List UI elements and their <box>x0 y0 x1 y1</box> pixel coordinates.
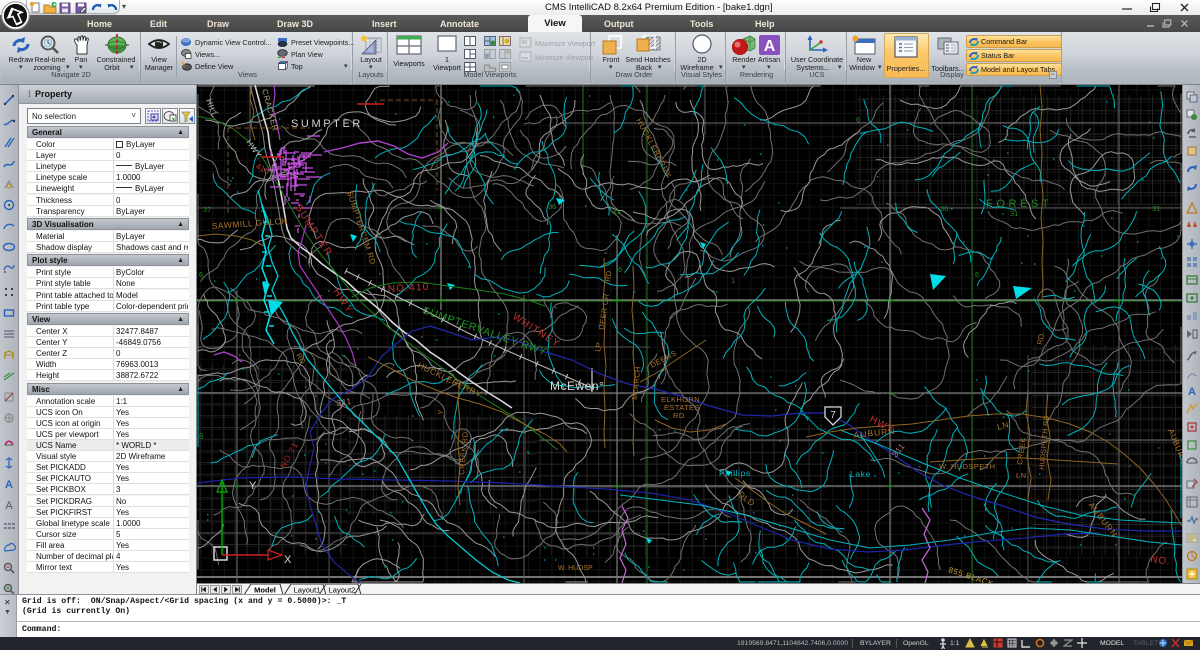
svg-text:LN.: LN. <box>1016 471 1029 480</box>
svg-text:Lake: Lake <box>850 469 871 479</box>
svg-text:36: 36 <box>548 202 556 211</box>
svg-text:W. HUDSPETH: W. HUDSPETH <box>939 462 996 471</box>
svg-text:W. HUDSP: W. HUDSP <box>558 565 593 572</box>
svg-text:NO.410: NO.410 <box>388 282 430 295</box>
svg-text:6: 6 <box>618 265 622 274</box>
svg-text:Y: Y <box>249 480 257 492</box>
svg-text:RD: RD <box>673 411 685 420</box>
svg-text:31: 31 <box>612 207 620 216</box>
svg-text:Phillips: Phillips <box>719 468 751 478</box>
svg-text:311: 311 <box>336 396 353 408</box>
svg-text:6: 6 <box>199 270 203 279</box>
svg-text:6: 6 <box>856 115 860 124</box>
svg-text:6: 6 <box>975 270 979 279</box>
svg-text:31: 31 <box>1010 209 1018 218</box>
svg-text:1: 1 <box>731 276 735 285</box>
svg-text:6: 6 <box>199 432 204 441</box>
svg-text:SUMPTER: SUMPTER <box>291 118 363 130</box>
svg-text:7: 7 <box>830 410 836 421</box>
svg-text:A: A <box>5 500 13 512</box>
svg-text:FOREST: FOREST <box>986 198 1052 210</box>
svg-text:36: 36 <box>940 204 948 213</box>
svg-text:A: A <box>764 38 776 55</box>
svg-text:37: 37 <box>203 205 211 214</box>
svg-text:31: 31 <box>1152 204 1160 213</box>
svg-text:X: X <box>284 554 292 566</box>
svg-text:LP: LP <box>593 342 603 353</box>
svg-text:A: A <box>1188 386 1196 398</box>
svg-text:A: A <box>5 479 13 491</box>
svg-text:RD: RD <box>603 270 614 283</box>
svg-text:McEwen°: McEwen° <box>550 379 604 393</box>
svg-text:Y: Y <box>436 409 445 415</box>
